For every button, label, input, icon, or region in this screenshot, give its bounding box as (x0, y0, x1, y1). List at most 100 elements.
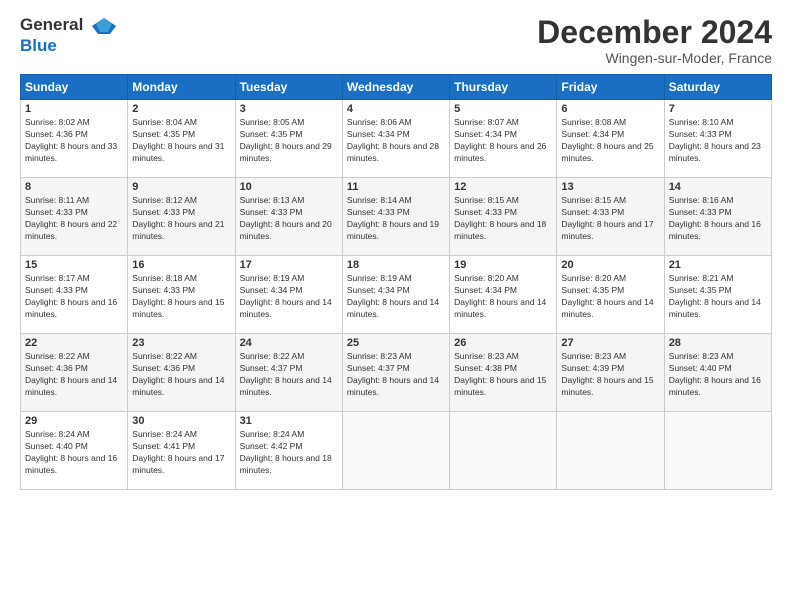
calendar-cell: 28 Sunrise: 8:23 AMSunset: 4:40 PMDaylig… (664, 334, 771, 412)
day-number: 14 (669, 181, 767, 193)
day-info: Sunrise: 8:24 AMSunset: 4:40 PMDaylight:… (25, 429, 123, 477)
day-number: 23 (132, 337, 230, 349)
day-number: 3 (240, 103, 338, 115)
calendar-cell: 22 Sunrise: 8:22 AMSunset: 4:36 PMDaylig… (21, 334, 128, 412)
calendar-page: General Blue December 2024 Wingen-sur-Mo… (0, 0, 792, 612)
day-number: 22 (25, 337, 123, 349)
day-number: 19 (454, 259, 552, 271)
day-number: 16 (132, 259, 230, 271)
calendar-cell: 1 Sunrise: 8:02 AMSunset: 4:36 PMDayligh… (21, 100, 128, 178)
calendar-cell (664, 412, 771, 490)
day-info: Sunrise: 8:12 AMSunset: 4:33 PMDaylight:… (132, 195, 230, 243)
day-info: Sunrise: 8:08 AMSunset: 4:34 PMDaylight:… (561, 117, 659, 165)
day-info: Sunrise: 8:21 AMSunset: 4:35 PMDaylight:… (669, 273, 767, 321)
calendar-cell: 11 Sunrise: 8:14 AMSunset: 4:33 PMDaylig… (342, 178, 449, 256)
calendar-cell: 15 Sunrise: 8:17 AMSunset: 4:33 PMDaylig… (21, 256, 128, 334)
calendar-cell: 24 Sunrise: 8:22 AMSunset: 4:37 PMDaylig… (235, 334, 342, 412)
week-row-2: 8 Sunrise: 8:11 AMSunset: 4:33 PMDayligh… (21, 178, 772, 256)
week-row-3: 15 Sunrise: 8:17 AMSunset: 4:33 PMDaylig… (21, 256, 772, 334)
day-number: 27 (561, 337, 659, 349)
day-info: Sunrise: 8:06 AMSunset: 4:34 PMDaylight:… (347, 117, 445, 165)
day-number: 1 (25, 103, 123, 115)
calendar-cell (450, 412, 557, 490)
calendar-cell: 26 Sunrise: 8:23 AMSunset: 4:38 PMDaylig… (450, 334, 557, 412)
day-number: 10 (240, 181, 338, 193)
day-info: Sunrise: 8:24 AMSunset: 4:41 PMDaylight:… (132, 429, 230, 477)
day-number: 20 (561, 259, 659, 271)
day-info: Sunrise: 8:23 AMSunset: 4:38 PMDaylight:… (454, 351, 552, 399)
calendar-cell: 18 Sunrise: 8:19 AMSunset: 4:34 PMDaylig… (342, 256, 449, 334)
day-number: 15 (25, 259, 123, 271)
day-info: Sunrise: 8:19 AMSunset: 4:34 PMDaylight:… (347, 273, 445, 321)
calendar-cell: 16 Sunrise: 8:18 AMSunset: 4:33 PMDaylig… (128, 256, 235, 334)
day-info: Sunrise: 8:24 AMSunset: 4:42 PMDaylight:… (240, 429, 338, 477)
calendar-cell: 17 Sunrise: 8:19 AMSunset: 4:34 PMDaylig… (235, 256, 342, 334)
calendar-cell: 30 Sunrise: 8:24 AMSunset: 4:41 PMDaylig… (128, 412, 235, 490)
day-info: Sunrise: 8:22 AMSunset: 4:36 PMDaylight:… (25, 351, 123, 399)
day-info: Sunrise: 8:22 AMSunset: 4:36 PMDaylight:… (132, 351, 230, 399)
calendar-cell: 14 Sunrise: 8:16 AMSunset: 4:33 PMDaylig… (664, 178, 771, 256)
calendar-cell: 2 Sunrise: 8:04 AMSunset: 4:35 PMDayligh… (128, 100, 235, 178)
day-number: 6 (561, 103, 659, 115)
day-number: 11 (347, 181, 445, 193)
day-header-monday: Monday (128, 75, 235, 100)
day-number: 21 (669, 259, 767, 271)
day-info: Sunrise: 8:11 AMSunset: 4:33 PMDaylight:… (25, 195, 123, 243)
calendar-cell: 12 Sunrise: 8:15 AMSunset: 4:33 PMDaylig… (450, 178, 557, 256)
day-number: 30 (132, 415, 230, 427)
calendar-cell: 5 Sunrise: 8:07 AMSunset: 4:34 PMDayligh… (450, 100, 557, 178)
logo: General Blue (20, 15, 118, 56)
day-number: 4 (347, 103, 445, 115)
day-header-friday: Friday (557, 75, 664, 100)
week-row-5: 29 Sunrise: 8:24 AMSunset: 4:40 PMDaylig… (21, 412, 772, 490)
day-number: 13 (561, 181, 659, 193)
calendar-table: SundayMondayTuesdayWednesdayThursdayFrid… (20, 74, 772, 490)
calendar-cell: 27 Sunrise: 8:23 AMSunset: 4:39 PMDaylig… (557, 334, 664, 412)
day-info: Sunrise: 8:20 AMSunset: 4:35 PMDaylight:… (561, 273, 659, 321)
day-info: Sunrise: 8:20 AMSunset: 4:34 PMDaylight:… (454, 273, 552, 321)
day-number: 24 (240, 337, 338, 349)
day-info: Sunrise: 8:23 AMSunset: 4:40 PMDaylight:… (669, 351, 767, 399)
day-info: Sunrise: 8:15 AMSunset: 4:33 PMDaylight:… (454, 195, 552, 243)
title-block: December 2024 Wingen-sur-Moder, France (537, 15, 772, 66)
calendar-cell: 10 Sunrise: 8:13 AMSunset: 4:33 PMDaylig… (235, 178, 342, 256)
week-row-4: 22 Sunrise: 8:22 AMSunset: 4:36 PMDaylig… (21, 334, 772, 412)
day-number: 28 (669, 337, 767, 349)
day-info: Sunrise: 8:04 AMSunset: 4:35 PMDaylight:… (132, 117, 230, 165)
calendar-cell: 19 Sunrise: 8:20 AMSunset: 4:34 PMDaylig… (450, 256, 557, 334)
calendar-cell: 9 Sunrise: 8:12 AMSunset: 4:33 PMDayligh… (128, 178, 235, 256)
day-info: Sunrise: 8:17 AMSunset: 4:33 PMDaylight:… (25, 273, 123, 321)
day-info: Sunrise: 8:22 AMSunset: 4:37 PMDaylight:… (240, 351, 338, 399)
calendar-cell: 7 Sunrise: 8:10 AMSunset: 4:33 PMDayligh… (664, 100, 771, 178)
day-number: 31 (240, 415, 338, 427)
day-number: 7 (669, 103, 767, 115)
day-number: 29 (25, 415, 123, 427)
day-info: Sunrise: 8:19 AMSunset: 4:34 PMDaylight:… (240, 273, 338, 321)
day-info: Sunrise: 8:13 AMSunset: 4:33 PMDaylight:… (240, 195, 338, 243)
calendar-cell: 13 Sunrise: 8:15 AMSunset: 4:33 PMDaylig… (557, 178, 664, 256)
calendar-cell: 20 Sunrise: 8:20 AMSunset: 4:35 PMDaylig… (557, 256, 664, 334)
day-info: Sunrise: 8:15 AMSunset: 4:33 PMDaylight:… (561, 195, 659, 243)
day-number: 5 (454, 103, 552, 115)
calendar-cell: 29 Sunrise: 8:24 AMSunset: 4:40 PMDaylig… (21, 412, 128, 490)
day-info: Sunrise: 8:07 AMSunset: 4:34 PMDaylight:… (454, 117, 552, 165)
day-number: 12 (454, 181, 552, 193)
week-row-1: 1 Sunrise: 8:02 AMSunset: 4:36 PMDayligh… (21, 100, 772, 178)
calendar-body: 1 Sunrise: 8:02 AMSunset: 4:36 PMDayligh… (21, 100, 772, 490)
day-number: 25 (347, 337, 445, 349)
day-number: 2 (132, 103, 230, 115)
day-number: 8 (25, 181, 123, 193)
day-info: Sunrise: 8:14 AMSunset: 4:33 PMDaylight:… (347, 195, 445, 243)
day-header-sunday: Sunday (21, 75, 128, 100)
calendar-cell: 8 Sunrise: 8:11 AMSunset: 4:33 PMDayligh… (21, 178, 128, 256)
calendar-cell: 31 Sunrise: 8:24 AMSunset: 4:42 PMDaylig… (235, 412, 342, 490)
calendar-header-row: SundayMondayTuesdayWednesdayThursdayFrid… (21, 75, 772, 100)
calendar-cell (557, 412, 664, 490)
calendar-cell: 25 Sunrise: 8:23 AMSunset: 4:37 PMDaylig… (342, 334, 449, 412)
day-info: Sunrise: 8:05 AMSunset: 4:35 PMDaylight:… (240, 117, 338, 165)
day-info: Sunrise: 8:18 AMSunset: 4:33 PMDaylight:… (132, 273, 230, 321)
day-info: Sunrise: 8:16 AMSunset: 4:33 PMDaylight:… (669, 195, 767, 243)
day-header-thursday: Thursday (450, 75, 557, 100)
calendar-cell: 4 Sunrise: 8:06 AMSunset: 4:34 PMDayligh… (342, 100, 449, 178)
day-number: 17 (240, 259, 338, 271)
